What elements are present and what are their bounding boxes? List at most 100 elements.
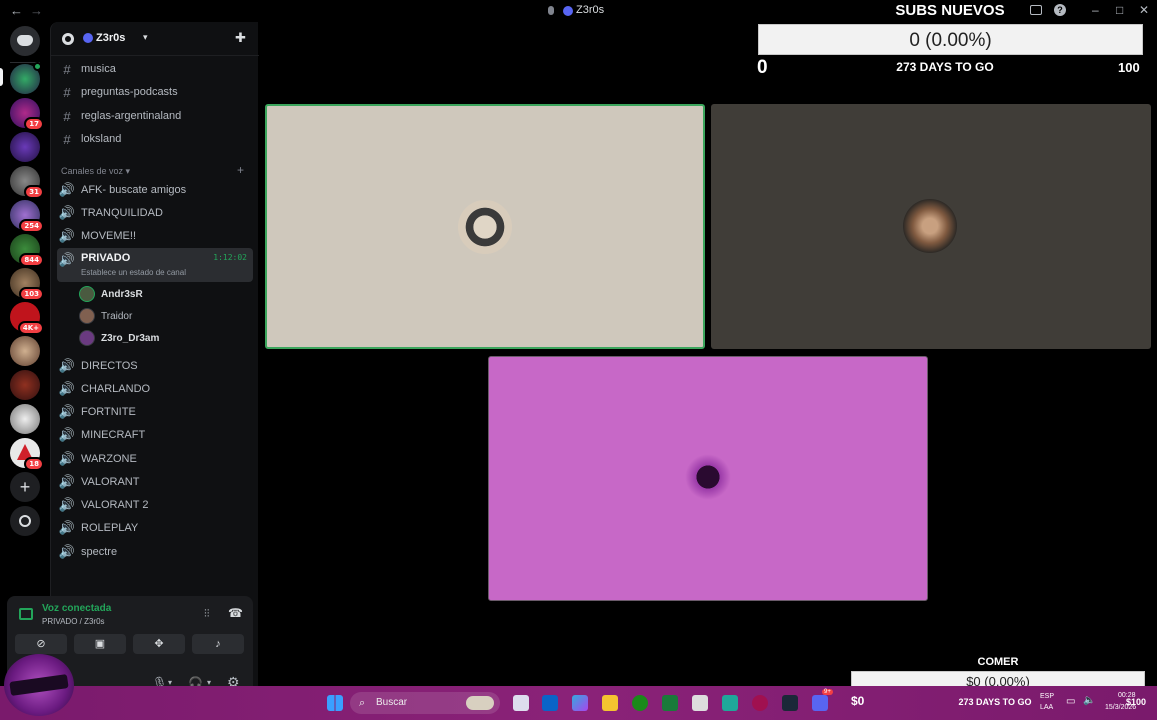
comer-goal-min: $0: [851, 694, 865, 708]
discover-icon[interactable]: [10, 506, 40, 536]
server-icon-8[interactable]: 4K+: [10, 302, 44, 335]
file-explorer-icon[interactable]: [602, 695, 618, 711]
server-icon-11[interactable]: [10, 404, 40, 434]
outlook-icon[interactable]: [542, 695, 558, 711]
activities-button[interactable]: ✥: [133, 634, 185, 654]
server-icon-10[interactable]: [10, 370, 40, 400]
channel-label: spectre: [81, 546, 118, 558]
video-tile-speaking[interactable]: [265, 104, 705, 349]
voice-channel-afk[interactable]: 🔊 AFK- buscate amigos: [57, 179, 253, 201]
discord-taskbar-icon[interactable]: 9+: [812, 689, 833, 711]
voice-channel-valorant[interactable]: 🔊 VALORANT: [57, 471, 253, 493]
search-placeholder: Buscar: [376, 697, 408, 708]
voice-channel-path[interactable]: PRIVADO / Z3r0s: [42, 617, 105, 626]
voice-status[interactable]: Voz conectada: [42, 603, 111, 614]
subs-goal-days: 273 DAYS TO GO: [896, 60, 994, 74]
forward-arrow-icon[interactable]: →: [30, 3, 43, 18]
voice-channel-tranquilidad[interactable]: 🔊 TRANQUILIDAD: [57, 202, 253, 224]
store-icon[interactable]: [692, 695, 708, 711]
voice-member[interactable]: Traidor: [79, 306, 132, 326]
hashtag-icon: #: [63, 61, 71, 77]
close-button[interactable]: ✕: [1139, 3, 1149, 17]
voice-channel-roleplay[interactable]: 🔊 ROLEPLAY: [57, 517, 253, 539]
channel-preguntas-podcasts[interactable]: # preguntas-podcasts: [57, 81, 253, 103]
start-menu-icon[interactable]: [327, 695, 343, 711]
activities-icon: ✥: [154, 638, 164, 650]
noise-suppression-icon[interactable]: ⫶⫶: [204, 608, 210, 621]
server-icon-6[interactable]: 844: [10, 234, 44, 267]
add-channel-icon[interactable]: +: [237, 163, 244, 177]
channel-reglas-argentinaland[interactable]: # reglas-argentinaland: [57, 105, 253, 127]
voice-channel-minecraft[interactable]: 🔊 MINECRAFT: [57, 424, 253, 446]
task-view-icon[interactable]: [513, 695, 529, 711]
server-icon-1[interactable]: [10, 62, 42, 94]
channel-label: CHARLANDO: [81, 383, 151, 395]
help-icon[interactable]: ?: [1054, 4, 1066, 16]
taskbar-search[interactable]: ⌕ Buscar: [350, 692, 500, 714]
invite-user-icon[interactable]: ✚: [235, 30, 246, 46]
voice-member[interactable]: Andr3sR: [79, 284, 143, 304]
speaker-icon: 🔊: [58, 205, 76, 220]
xbox-icon[interactable]: [632, 695, 648, 711]
server-icon-3[interactable]: [10, 132, 40, 162]
comer-goal-title: COMER: [977, 656, 1019, 668]
app-icon[interactable]: [752, 695, 768, 711]
voice-member[interactable]: Z3ro_Dr3am: [79, 328, 159, 348]
excel-icon[interactable]: [662, 695, 678, 711]
network-icon[interactable]: ▭: [1066, 696, 1075, 707]
voice-channel-charlando[interactable]: 🔊 CHARLANDO: [57, 378, 253, 400]
server-icon-2[interactable]: 17: [10, 98, 44, 131]
channel-label: ROLEPLAY: [81, 522, 139, 534]
channel-label: loksland: [81, 133, 122, 145]
channel-label: MINECRAFT: [81, 429, 146, 441]
app-icon[interactable]: [722, 695, 738, 711]
channel-label: TRANQUILIDAD: [81, 207, 163, 219]
voice-category-header[interactable]: Canales de voz ▾: [61, 166, 130, 177]
channel-label: musica: [81, 63, 116, 75]
maximize-button[interactable]: □: [1116, 3, 1123, 17]
speaker-icon: 🔊: [58, 474, 76, 489]
inbox-icon[interactable]: [1030, 5, 1042, 15]
copilot-icon[interactable]: [572, 695, 588, 711]
search-icon: ⌕: [359, 697, 366, 709]
server-header[interactable]: Z3r0s ▾ ✚: [51, 22, 259, 56]
channel-label: PRIVADO: [81, 252, 131, 264]
speaker-icon: 🔊: [58, 228, 76, 243]
voice-channel-moveme[interactable]: 🔊 MOVEME!!: [57, 225, 253, 247]
hashtag-icon: #: [63, 108, 71, 124]
user-avatar-logo[interactable]: [4, 654, 74, 716]
channel-loksland[interactable]: # loksland: [57, 128, 253, 150]
server-icon-7[interactable]: 103: [10, 268, 44, 301]
channel-label: VALORANT: [81, 476, 140, 488]
discord-home-icon[interactable]: [10, 26, 40, 56]
channel-musica[interactable]: # musica: [57, 58, 253, 80]
voice-channel-valorant-2[interactable]: 🔊 VALORANT 2: [57, 494, 253, 516]
server-icon-5[interactable]: 254: [10, 200, 44, 233]
soundboard-button[interactable]: ♪: [192, 634, 244, 654]
minimize-button[interactable]: –: [1092, 3, 1099, 17]
notification-badge: 9+: [822, 689, 833, 695]
add-server-icon[interactable]: +: [10, 472, 40, 502]
volume-icon[interactable]: 🔈: [1083, 695, 1095, 706]
voice-channel-spectre[interactable]: 🔊 spectre: [57, 541, 253, 563]
server-icon-4[interactable]: 31: [10, 166, 44, 199]
server-icon-12[interactable]: 18: [10, 438, 44, 471]
camera-toggle-button[interactable]: ⊘: [15, 634, 67, 654]
connection-signal-icon[interactable]: [19, 608, 33, 620]
channel-status-hint[interactable]: Establece un estado de canal: [81, 268, 186, 277]
video-tile[interactable]: [488, 356, 928, 601]
voice-channel-privado[interactable]: 🔊 PRIVADO Establece un estado de canal 1…: [57, 248, 253, 282]
voice-channel-directos[interactable]: 🔊 DIRECTOS: [57, 355, 253, 377]
screen-share-button[interactable]: ▣: [74, 634, 126, 654]
voice-channel-fortnite[interactable]: 🔊 FORTNITE: [57, 401, 253, 423]
steam-icon[interactable]: [782, 695, 798, 711]
speaker-icon: 🔊: [58, 427, 76, 442]
participant-avatar: [903, 199, 957, 253]
server-icon-9[interactable]: [10, 336, 40, 366]
disconnect-icon[interactable]: ☎: [228, 606, 243, 620]
back-arrow-icon[interactable]: ←: [10, 3, 23, 18]
channel-sidebar: Z3r0s ▾ ✚ # musica # preguntas-podcasts # r…: [7, 22, 259, 706]
subs-goal-bar: 0 (0.00%): [758, 24, 1143, 55]
voice-channel-warzone[interactable]: 🔊 WARZONE: [57, 448, 253, 470]
video-tile[interactable]: [711, 104, 1151, 349]
